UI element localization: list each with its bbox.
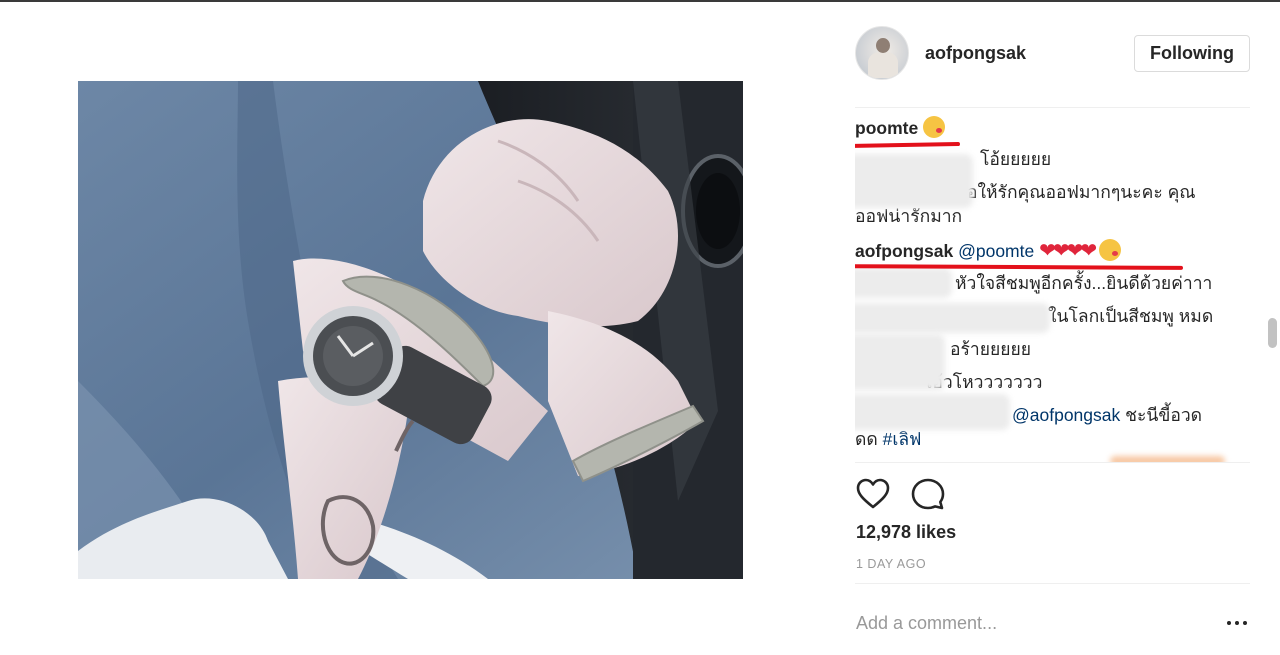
window-top-edge xyxy=(0,0,1280,2)
comment-row: aofpongsak @poomte ❤❤❤❤ xyxy=(855,239,1122,262)
redaction-blur xyxy=(855,268,952,298)
red-underline-mark xyxy=(855,141,961,149)
post-header: aofpongsak Following xyxy=(855,26,1250,81)
comment-row: ดด #เลิฟ xyxy=(855,428,921,450)
heart-outline-icon[interactable] xyxy=(855,477,891,513)
dot-shape xyxy=(1243,621,1247,625)
avatar-head-shape xyxy=(876,38,890,53)
footer-divider xyxy=(855,583,1250,584)
red-hearts-emoji-icon: ❤❤❤❤ xyxy=(1039,240,1097,262)
kiss-emoji-icon xyxy=(1099,239,1122,261)
comment-text: โอ้ยยยยย xyxy=(980,149,1052,169)
comment-username[interactable]: poomte xyxy=(855,118,918,138)
redaction-blur xyxy=(855,154,973,208)
comment-text: หัวใจสีชมพูอีกครั้ง...ยินดีด้วยค่าาา xyxy=(955,273,1213,293)
comment-hashtag-link[interactable]: #เลิฟ xyxy=(883,429,922,449)
comment-text: ชะนีขี้อวด xyxy=(1125,405,1203,425)
comment-mention-link[interactable]: @aofpongsak xyxy=(1012,405,1120,425)
comment-text: ออฟน่ารักมาก xyxy=(855,206,963,226)
comment-row: poomte xyxy=(855,116,946,139)
comment-row: @aofpongsak ชะนีขี้อวด xyxy=(1012,404,1202,426)
redaction-blur xyxy=(855,303,1050,333)
author-username[interactable]: aofpongsak xyxy=(925,43,1026,64)
likes-count[interactable]: 12,978 likes xyxy=(856,522,956,543)
author-avatar[interactable] xyxy=(855,26,909,80)
comment-username[interactable]: aofpongsak xyxy=(855,241,953,261)
redaction-blur xyxy=(855,394,1010,430)
comment-bubble-icon[interactable] xyxy=(910,477,946,513)
more-dots-icon[interactable] xyxy=(1226,612,1250,634)
redaction-blur xyxy=(855,334,945,390)
comment-text: ในโลกเป็นสีชมพู หมด xyxy=(1048,306,1214,326)
dot-shape xyxy=(1235,621,1239,625)
comments-divider xyxy=(855,462,1250,463)
header-divider xyxy=(855,107,1250,108)
comment-text: ขอให้รักคุณออฟมากๆนะคะ คุณ xyxy=(955,182,1196,202)
post-photo[interactable] xyxy=(78,81,743,579)
dot-shape xyxy=(1227,621,1231,625)
comments-list[interactable]: poomte โอ้ยยยยย ขอให้รักคุณออฟมากๆนะคะ ค… xyxy=(855,110,1265,462)
add-comment-input[interactable] xyxy=(856,610,1196,636)
comments-scrollbar[interactable] xyxy=(1268,318,1277,348)
post-actions xyxy=(855,477,1250,511)
following-button[interactable]: Following xyxy=(1134,35,1250,72)
kiss-emoji-icon xyxy=(923,116,946,138)
comment-text: อร้ายยยยย xyxy=(950,339,1032,359)
post-photo-image xyxy=(78,81,743,579)
post-timestamp[interactable]: 1 DAY AGO xyxy=(856,557,926,571)
comment-mention-link[interactable]: @poomte xyxy=(958,241,1034,261)
comment-text: ดด xyxy=(855,429,878,449)
avatar-body-shape xyxy=(868,52,898,78)
